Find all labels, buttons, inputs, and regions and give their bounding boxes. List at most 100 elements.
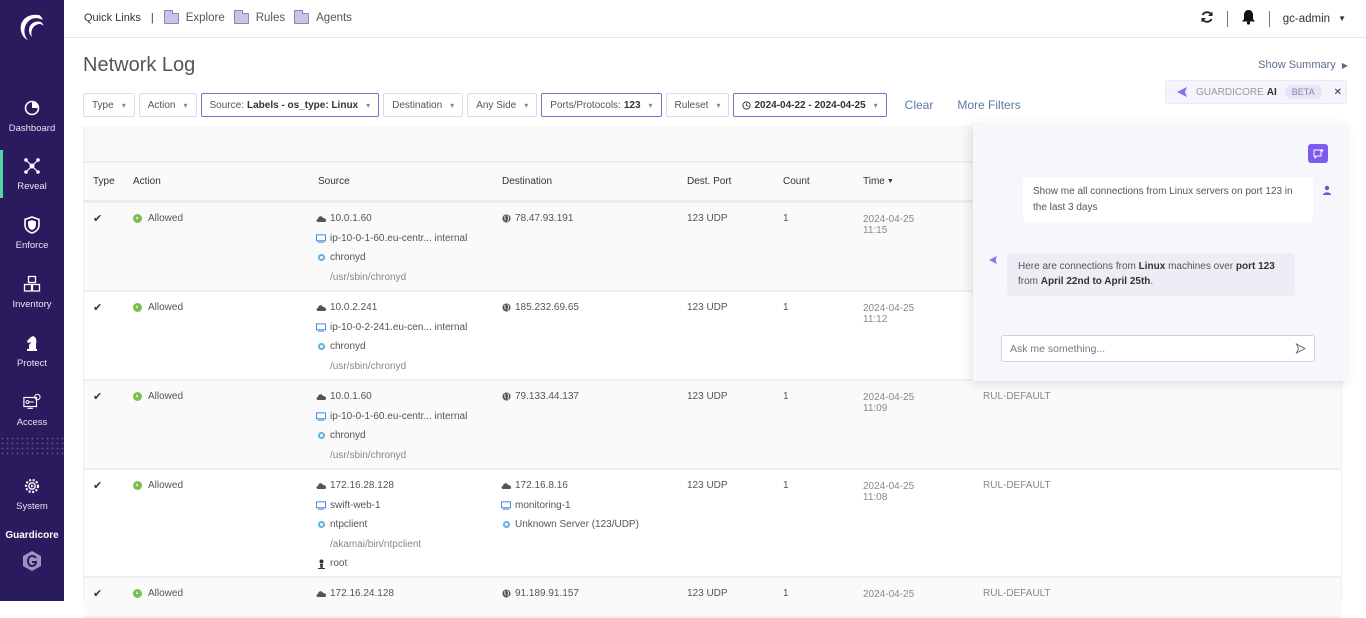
allowed-icon	[133, 481, 142, 491]
filter-ruleset[interactable]: Ruleset ▾	[665, 93, 730, 117]
rule[interactable]: RUL-DEFAULT	[983, 476, 1051, 496]
sidebar-item-system[interactable]: System	[0, 466, 64, 522]
process-icon	[316, 342, 326, 352]
rule[interactable]: RUL-DEFAULT	[983, 387, 1051, 407]
column-header-type[interactable]: Type	[93, 176, 115, 187]
ask-input[interactable]	[1010, 342, 1295, 355]
assistant-message-fragment: port 123	[1235, 261, 1275, 272]
filter-date-range[interactable]: 2024-04-22 - 2024-04-25 ▾	[733, 93, 887, 117]
quick-link-agents[interactable]: Agents	[294, 9, 352, 24]
send-icon[interactable]	[1295, 343, 1306, 354]
more-filters-link[interactable]: More Filters	[957, 98, 1020, 112]
filter-action[interactable]: Action ▾	[138, 93, 197, 117]
column-header-count[interactable]: Count	[783, 176, 810, 187]
source-cell[interactable]: 10.0.2.241 ip-10-0-2-241.eu-cen... intern…	[316, 298, 467, 376]
destination-cell[interactable]: 172.16.8.16 monitoring-1 Unknown Server (1…	[501, 476, 639, 535]
destination-cell[interactable]: 78.47.93.191	[501, 209, 573, 229]
table-row[interactable]: ✔ Allowed 10.0.1.60 ip-10-0-1-60.eu-centr..…	[84, 381, 1341, 470]
bell-icon[interactable]	[1241, 9, 1256, 28]
new-chat-button[interactable]	[1308, 144, 1328, 163]
source-cell[interactable]: 10.0.1.60 ip-10-0-1-60.eu-centr... intern…	[316, 209, 467, 287]
sort-desc-icon: ▼	[886, 178, 894, 185]
destination-cell[interactable]: 79.133.44.137	[501, 387, 579, 407]
source-path-text: /usr/sbin/chronyd	[330, 271, 407, 283]
pie-chart-icon	[23, 99, 41, 117]
sidebar-item-protect[interactable]: Protect	[0, 323, 64, 379]
action-label: Allowed	[148, 480, 184, 492]
assistant-message-fragment: .	[1150, 275, 1154, 287]
username: gc-admin	[1282, 12, 1331, 25]
ai-badge-name: AI	[1266, 86, 1277, 98]
count: 1	[783, 391, 789, 403]
filter-ports-protocols[interactable]: Ports/Protocols: 123 ▾	[541, 93, 662, 117]
filter-destination[interactable]: Destination ▾	[383, 93, 464, 117]
action-label: Allowed	[148, 213, 184, 225]
guardicore-ai-badge[interactable]: GUARDICORE AI BETA ✕	[1165, 80, 1347, 104]
guardicore-g-icon	[22, 550, 42, 572]
close-icon[interactable]: ✕	[1334, 87, 1342, 98]
quick-link-explore[interactable]: Explore	[163, 9, 225, 24]
column-header-source[interactable]: Source	[318, 176, 350, 187]
quick-link-rules[interactable]: Rules	[233, 9, 285, 24]
time-clock: 11:08	[863, 492, 888, 503]
globe-icon	[501, 589, 511, 599]
source-host-text: ip-10-0-1-60.eu-centr... internal	[330, 232, 468, 244]
source-ip-text: 10.0.1.60	[330, 391, 372, 403]
sidebar-item-inventory[interactable]: Inventory	[0, 264, 64, 320]
column-header-dest-port[interactable]: Dest. Port	[687, 176, 731, 187]
guardicore-ai-icon	[988, 252, 998, 264]
source-cell[interactable]: 172.16.28.128 swift-web-1 ntpclient/akamai…	[316, 476, 421, 574]
source-host: ip-10-0-1-60.eu-centr... internal	[316, 229, 467, 249]
allowed-icon	[133, 589, 142, 599]
chevron-down-icon: ▾	[648, 100, 653, 110]
assistant-message-fragment: machines over	[1165, 261, 1236, 272]
chevron-down-icon: ▾	[366, 100, 371, 110]
source-process: chronyd	[316, 248, 467, 268]
assistant-message-fragment: Here are connections from	[1018, 261, 1139, 272]
sidebar-item-enforce[interactable]: Enforce	[0, 205, 64, 261]
sidebar-item-access[interactable]: Access	[0, 382, 64, 438]
guardicore-logo[interactable]	[0, 0, 64, 52]
column-header-time[interactable]: Time ▼	[863, 176, 894, 187]
folder-icon	[233, 9, 249, 24]
source-cell[interactable]: 10.0.1.60 ip-10-0-1-60.eu-centr... intern…	[316, 387, 467, 465]
column-header-action[interactable]: Action	[133, 176, 161, 187]
destination-process: Unknown Server (123/UDP)	[501, 515, 639, 535]
monitor-icon	[316, 500, 326, 510]
chat-plus-icon	[1313, 148, 1323, 159]
sidebar-item-reveal[interactable]: Reveal	[0, 146, 64, 202]
action-allowed: Allowed	[133, 298, 183, 318]
table-row[interactable]: ✔ Allowed 172.16.24.128 91.189.91.157 123 UD…	[84, 578, 1341, 618]
clear-filters-link[interactable]: Clear	[905, 98, 934, 112]
page-title: Network Log	[83, 54, 196, 76]
sidebar-item-label: Enforce	[15, 239, 49, 251]
monitor-icon	[316, 322, 326, 332]
source-path: /usr/sbin/chronyd	[316, 446, 467, 466]
ai-badge-prefix: GUARDICORE	[1196, 86, 1264, 98]
count: 1	[783, 480, 789, 492]
sidebar-divider	[0, 436, 64, 456]
filter-label: Action	[147, 99, 176, 111]
column-header-destination[interactable]: Destination	[502, 176, 552, 187]
time-date: 2024-04-25	[863, 214, 915, 225]
filter-type[interactable]: Type ▾	[83, 93, 135, 117]
filter-source[interactable]: Source: Labels - os_type: Linux ▾	[200, 93, 380, 117]
destination-cell[interactable]: 185.232.69.65	[501, 298, 579, 318]
table-row[interactable]: ✔ Allowed 172.16.28.128 swift-web-1 ntpclien…	[84, 470, 1341, 578]
user-menu[interactable]: gc-admin ▼	[1283, 13, 1346, 25]
destination-ip-text: 185.232.69.65	[515, 302, 579, 314]
destination-ip-text: 91.189.91.157	[515, 588, 579, 600]
time: 2024-04-25 11:09	[863, 392, 914, 414]
ask-input-box	[1001, 335, 1315, 362]
filter-value: 123	[623, 99, 641, 111]
refresh-icon[interactable]	[1200, 10, 1214, 27]
sidebar-item-dashboard[interactable]: Dashboard	[0, 88, 64, 144]
count: 1	[783, 302, 789, 314]
filter-any-side[interactable]: Any Side ▾	[467, 93, 538, 117]
source-process: chronyd	[316, 426, 467, 446]
show-summary-link[interactable]: Show Summary ▶	[1258, 59, 1348, 71]
monitor-icon	[316, 233, 326, 243]
filter-label: Destination	[392, 99, 443, 111]
gear-icon	[23, 477, 41, 495]
process-icon	[316, 431, 326, 441]
